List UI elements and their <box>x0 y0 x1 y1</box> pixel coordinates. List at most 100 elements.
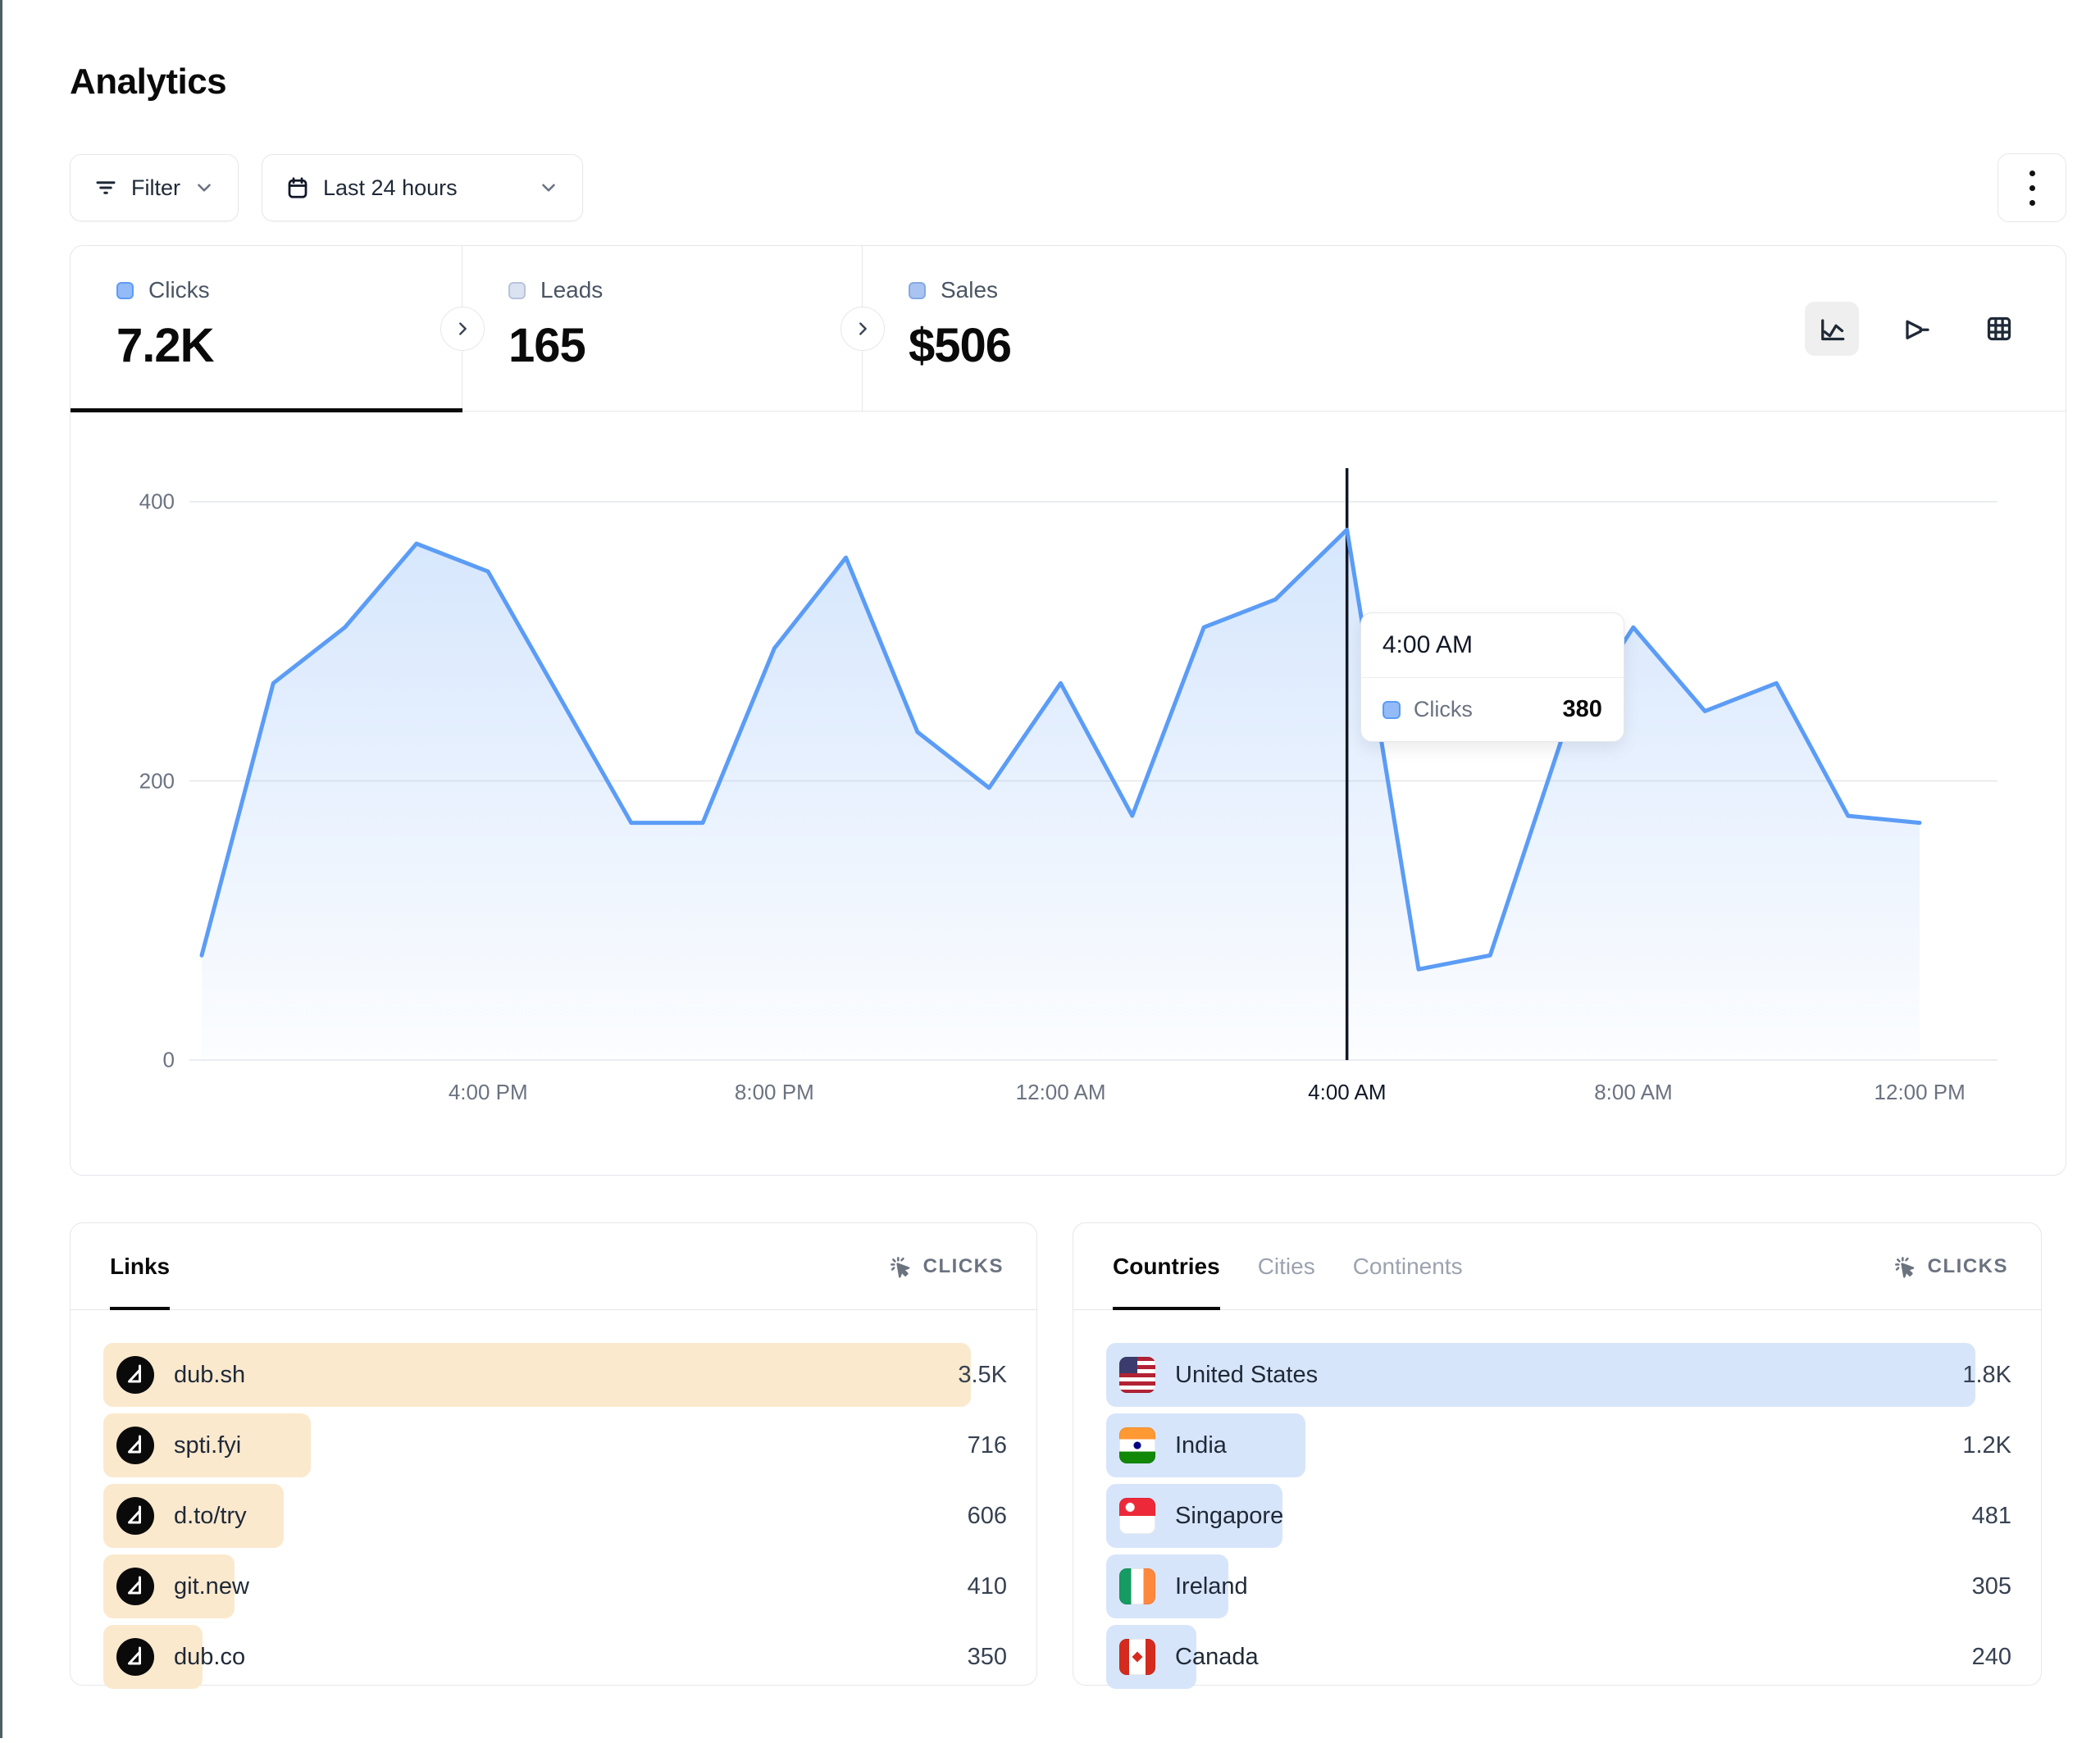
sales-value: $506 <box>909 318 1255 373</box>
date-range-button[interactable]: Last 24 hours <box>262 154 583 221</box>
leads-label: Leads <box>540 277 603 303</box>
cursor-click-icon <box>1892 1254 1918 1280</box>
dub-logo-icon <box>116 1427 154 1464</box>
flag-singapore-icon <box>1119 1498 1155 1534</box>
window-edge <box>0 0 2 1738</box>
country-label: Ireland <box>1175 1573 1248 1600</box>
metric-label: CLICKS <box>1928 1255 2008 1278</box>
dub-logo-icon <box>116 1497 154 1535</box>
expand-clicks-button[interactable] <box>440 307 485 351</box>
date-range-label: Last 24 hours <box>323 175 458 201</box>
link-label: spti.fyi <box>174 1432 241 1459</box>
dub-logo-icon <box>116 1568 154 1605</box>
country-row[interactable]: Ireland 305 <box>1106 1554 2011 1618</box>
toolbar: Filter Last 24 hours <box>70 153 2066 222</box>
clicks-legend-square <box>116 282 134 299</box>
tab-sales[interactable]: Sales $506 <box>863 246 1255 411</box>
country-row[interactable]: Canada 240 <box>1106 1625 2011 1689</box>
link-row[interactable]: git.new 410 <box>103 1554 1007 1618</box>
tooltip-time: 4:00 AM <box>1361 613 1624 678</box>
y-tick-200: 200 <box>139 768 175 794</box>
country-label: United States <box>1175 1362 1318 1389</box>
x-tick: 8:00 AM <box>1594 1080 1672 1105</box>
link-clicks: 350 <box>968 1644 1007 1671</box>
page-title: Analytics <box>70 61 2066 102</box>
chart-plot-area[interactable]: 4:00 AM Clicks 380 4:00 PM 8:00 PM 12:00… <box>189 463 1998 1060</box>
links-panel: Links CLICKS d <box>70 1222 1037 1686</box>
tab-leads[interactable]: Leads 165 <box>462 246 863 411</box>
clicks-label: Clicks <box>148 277 210 303</box>
link-label: dub.sh <box>174 1362 245 1389</box>
chart-view-switcher <box>1805 302 2026 356</box>
flag-india-icon <box>1119 1427 1155 1463</box>
sales-legend-square <box>909 282 926 299</box>
flag-ireland-icon <box>1119 1568 1155 1604</box>
x-tick: 12:00 PM <box>1875 1080 1966 1105</box>
link-clicks: 410 <box>968 1573 1007 1600</box>
chart-tooltip: 4:00 AM Clicks 380 <box>1360 612 1624 742</box>
leads-legend-square <box>508 282 526 299</box>
country-clicks: 481 <box>1972 1503 2011 1530</box>
tab-continents[interactable]: Continents <box>1353 1223 1463 1309</box>
expand-leads-button[interactable] <box>840 307 885 351</box>
sales-label: Sales <box>941 277 998 303</box>
country-clicks: 1.8K <box>1962 1362 2011 1389</box>
country-label: Canada <box>1175 1644 1259 1671</box>
analytics-card: Clicks 7.2K Leads 165 Sales $506 <box>70 245 2066 1176</box>
active-tab-underline <box>71 408 462 412</box>
leads-value: 165 <box>508 318 862 373</box>
table-view-button[interactable] <box>1972 302 2026 356</box>
metric-selector[interactable]: CLICKS <box>1892 1223 2008 1309</box>
link-label: git.new <box>174 1573 249 1600</box>
country-clicks: 240 <box>1972 1644 2011 1671</box>
area-chart-svg <box>189 463 1998 1060</box>
country-row[interactable]: United States 1.8K <box>1106 1343 2011 1407</box>
line-chart-icon <box>1815 312 1848 345</box>
country-clicks: 305 <box>1972 1573 2011 1600</box>
dub-logo-icon <box>116 1356 154 1394</box>
link-label: d.to/try <box>174 1503 247 1530</box>
x-axis: 4:00 PM 8:00 PM 12:00 AM 4:00 AM 8:00 AM… <box>189 1080 1998 1113</box>
grid-icon <box>1983 312 2016 345</box>
x-tick: 8:00 PM <box>735 1080 814 1105</box>
country-row[interactable]: Singapore 481 <box>1106 1484 2011 1548</box>
kebab-menu-button[interactable] <box>1998 153 2066 222</box>
x-tick: 12:00 AM <box>1016 1080 1106 1105</box>
metric-label: CLICKS <box>923 1255 1004 1278</box>
link-row[interactable]: dub.co 350 <box>103 1625 1007 1689</box>
country-row[interactable]: India 1.2K <box>1106 1413 2011 1477</box>
breakdown-panels: Links CLICKS d <box>70 1222 2066 1743</box>
clicks-legend-square <box>1383 701 1401 719</box>
link-row[interactable]: d.to/try 606 <box>103 1484 1007 1548</box>
metric-selector[interactable]: CLICKS <box>887 1223 1004 1309</box>
analytics-page: Analytics Filter Last 24 hours <box>0 0 2100 1743</box>
link-row[interactable]: dub.sh 3.5K <box>103 1343 1007 1407</box>
x-tick: 4:00 PM <box>449 1080 528 1105</box>
link-clicks: 606 <box>968 1503 1007 1530</box>
line-chart-view-button[interactable] <box>1805 302 1859 356</box>
stats-tabs: Clicks 7.2K Leads 165 Sales $506 <box>71 246 2066 412</box>
funnel-view-button[interactable] <box>1888 302 1943 356</box>
chevron-down-icon <box>538 177 559 198</box>
dub-logo-icon <box>116 1638 154 1676</box>
calendar-icon <box>285 175 310 200</box>
country-clicks: 1.2K <box>1962 1432 2011 1459</box>
filter-button[interactable]: Filter <box>70 154 239 221</box>
link-row[interactable]: spti.fyi 716 <box>103 1413 1007 1477</box>
country-label: India <box>1175 1432 1227 1459</box>
cursor-click-icon <box>887 1254 913 1280</box>
tooltip-series-value: 380 <box>1562 696 1601 723</box>
clicks-value: 7.2K <box>116 318 462 373</box>
clicks-chart: 400 200 0 4:00 AM Clicks 380 4:00 PM 8:0… <box>71 412 2066 1060</box>
link-clicks: 716 <box>968 1432 1007 1459</box>
y-axis: 400 200 0 <box>71 463 189 1060</box>
link-clicks: 3.5K <box>958 1362 1007 1389</box>
kebab-menu-icon <box>2029 171 2035 176</box>
x-tick-highlighted: 4:00 AM <box>1308 1080 1386 1105</box>
tab-clicks[interactable]: Clicks 7.2K <box>71 246 462 411</box>
tab-cities[interactable]: Cities <box>1258 1223 1315 1309</box>
link-label: dub.co <box>174 1644 245 1671</box>
tab-links[interactable]: Links <box>110 1223 170 1309</box>
y-tick-0: 0 <box>163 1048 175 1073</box>
tab-countries[interactable]: Countries <box>1113 1223 1220 1309</box>
